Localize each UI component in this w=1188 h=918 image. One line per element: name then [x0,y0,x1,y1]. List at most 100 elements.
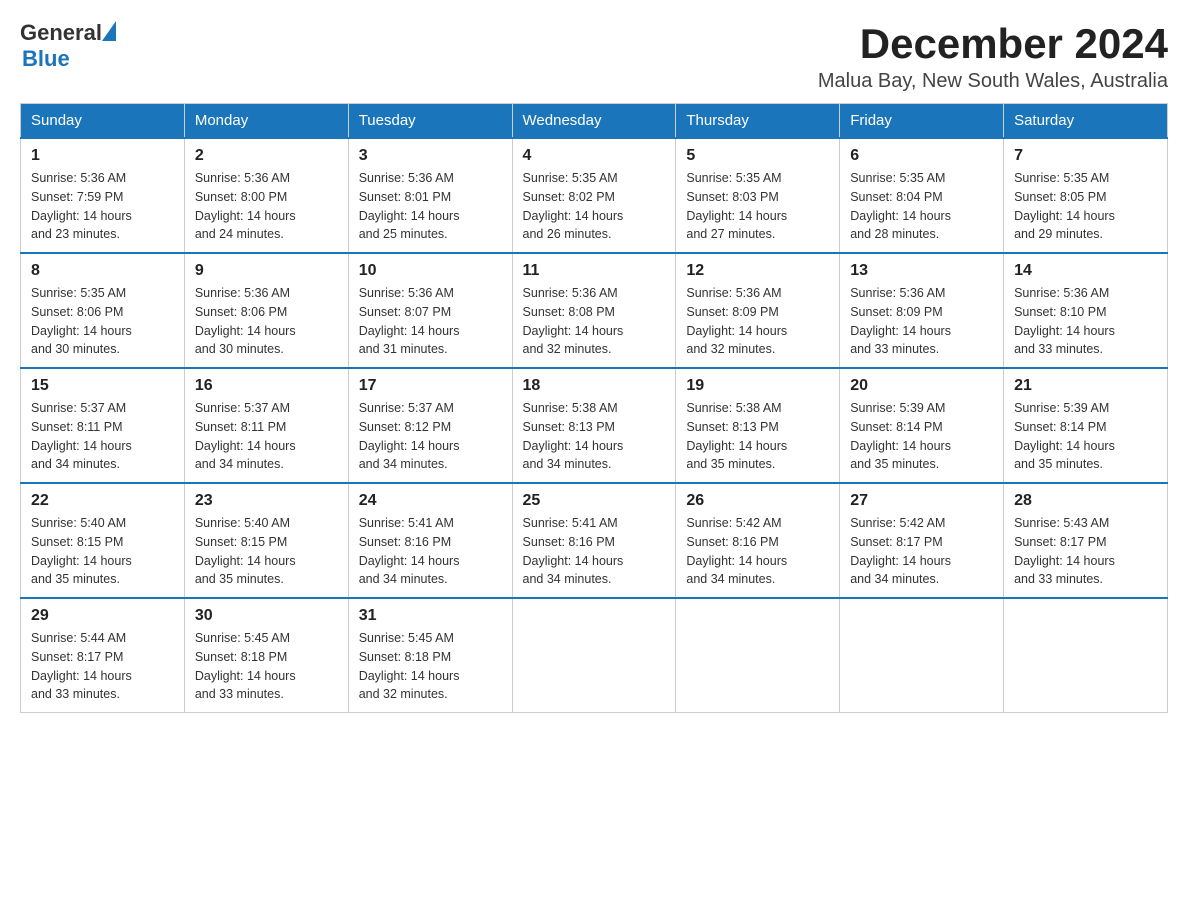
day-info: Sunrise: 5:36 AM Sunset: 8:07 PM Dayligh… [359,284,502,359]
day-number: 19 [686,377,829,395]
day-info: Sunrise: 5:35 AM Sunset: 8:05 PM Dayligh… [1014,169,1157,244]
location-subtitle: Malua Bay, New South Wales, Australia [818,70,1168,93]
day-number: 28 [1014,492,1157,510]
day-number: 11 [523,262,666,280]
calendar-cell: 11 Sunrise: 5:36 AM Sunset: 8:08 PM Dayli… [512,253,676,368]
calendar-cell: 6 Sunrise: 5:35 AM Sunset: 8:04 PM Daylig… [840,138,1004,253]
day-info: Sunrise: 5:35 AM Sunset: 8:04 PM Dayligh… [850,169,993,244]
calendar-cell: 8 Sunrise: 5:35 AM Sunset: 8:06 PM Daylig… [21,253,185,368]
day-info: Sunrise: 5:39 AM Sunset: 8:14 PM Dayligh… [850,399,993,474]
day-info: Sunrise: 5:45 AM Sunset: 8:18 PM Dayligh… [195,629,338,704]
day-number: 30 [195,607,338,625]
day-number: 18 [523,377,666,395]
day-number: 17 [359,377,502,395]
weekday-header-sunday: Sunday [21,104,185,139]
day-number: 12 [686,262,829,280]
day-info: Sunrise: 5:35 AM Sunset: 8:03 PM Dayligh… [686,169,829,244]
day-info: Sunrise: 5:40 AM Sunset: 8:15 PM Dayligh… [195,514,338,589]
calendar-cell: 28 Sunrise: 5:43 AM Sunset: 8:17 PM Dayli… [1004,483,1168,598]
calendar-cell: 20 Sunrise: 5:39 AM Sunset: 8:14 PM Dayli… [840,368,1004,483]
day-info: Sunrise: 5:37 AM Sunset: 8:12 PM Dayligh… [359,399,502,474]
calendar-cell: 14 Sunrise: 5:36 AM Sunset: 8:10 PM Dayli… [1004,253,1168,368]
day-info: Sunrise: 5:36 AM Sunset: 8:10 PM Dayligh… [1014,284,1157,359]
day-info: Sunrise: 5:36 AM Sunset: 8:08 PM Dayligh… [523,284,666,359]
day-number: 14 [1014,262,1157,280]
day-number: 4 [523,147,666,165]
logo-blue-text: Blue [22,46,70,71]
day-number: 24 [359,492,502,510]
day-info: Sunrise: 5:37 AM Sunset: 8:11 PM Dayligh… [195,399,338,474]
logo-triangle-icon [102,21,116,41]
calendar-cell: 24 Sunrise: 5:41 AM Sunset: 8:16 PM Dayli… [348,483,512,598]
calendar-cell [676,598,840,713]
calendar-cell: 10Sunrise: 5:36 AM Sunset: 8:07 PM Dayli… [348,253,512,368]
calendar-cell: 29 Sunrise: 5:44 AM Sunset: 8:17 PM Dayli… [21,598,185,713]
day-number: 20 [850,377,993,395]
day-number: 13 [850,262,993,280]
weekday-header-monday: Monday [184,104,348,139]
day-number: 16 [195,377,338,395]
day-number: 21 [1014,377,1157,395]
day-number: 8 [31,262,174,280]
calendar-cell: 26Sunrise: 5:42 AM Sunset: 8:16 PM Dayli… [676,483,840,598]
day-info: Sunrise: 5:38 AM Sunset: 8:13 PM Dayligh… [523,399,666,474]
day-info: Sunrise: 5:38 AM Sunset: 8:13 PM Dayligh… [686,399,829,474]
day-number: 3 [359,147,502,165]
day-info: Sunrise: 5:42 AM Sunset: 8:17 PM Dayligh… [850,514,993,589]
day-number: 15 [31,377,174,395]
calendar-cell: 15 Sunrise: 5:37 AM Sunset: 8:11 PM Dayli… [21,368,185,483]
day-number: 9 [195,262,338,280]
day-number: 7 [1014,147,1157,165]
logo-general-text: General [20,20,102,46]
day-info: Sunrise: 5:41 AM Sunset: 8:16 PM Dayligh… [359,514,502,589]
weekday-header-saturday: Saturday [1004,104,1168,139]
day-info: Sunrise: 5:45 AM Sunset: 8:18 PM Dayligh… [359,629,502,704]
day-info: Sunrise: 5:36 AM Sunset: 8:09 PM Dayligh… [850,284,993,359]
day-number: 31 [359,607,502,625]
calendar-cell: 1Sunrise: 5:36 AM Sunset: 7:59 PM Daylig… [21,138,185,253]
day-info: Sunrise: 5:43 AM Sunset: 8:17 PM Dayligh… [1014,514,1157,589]
calendar-cell: 4 Sunrise: 5:35 AM Sunset: 8:02 PM Daylig… [512,138,676,253]
day-info: Sunrise: 5:35 AM Sunset: 8:02 PM Dayligh… [523,169,666,244]
day-number: 27 [850,492,993,510]
weekday-header-tuesday: Tuesday [348,104,512,139]
day-info: Sunrise: 5:44 AM Sunset: 8:17 PM Dayligh… [31,629,174,704]
day-number: 25 [523,492,666,510]
calendar-cell: 17 Sunrise: 5:37 AM Sunset: 8:12 PM Dayli… [348,368,512,483]
week-row-5: 29 Sunrise: 5:44 AM Sunset: 8:17 PM Dayli… [21,598,1168,713]
day-info: Sunrise: 5:36 AM Sunset: 8:01 PM Dayligh… [359,169,502,244]
calendar-cell: 22Sunrise: 5:40 AM Sunset: 8:15 PM Dayli… [21,483,185,598]
weekday-header-wednesday: Wednesday [512,104,676,139]
day-info: Sunrise: 5:37 AM Sunset: 8:11 PM Dayligh… [31,399,174,474]
calendar-cell: 12Sunrise: 5:36 AM Sunset: 8:09 PM Dayli… [676,253,840,368]
calendar-cell: 27 Sunrise: 5:42 AM Sunset: 8:17 PM Dayli… [840,483,1004,598]
month-year-title: December 2024 [818,20,1168,68]
day-info: Sunrise: 5:36 AM Sunset: 8:06 PM Dayligh… [195,284,338,359]
calendar-cell: 30 Sunrise: 5:45 AM Sunset: 8:18 PM Dayli… [184,598,348,713]
day-number: 6 [850,147,993,165]
week-row-1: 1Sunrise: 5:36 AM Sunset: 7:59 PM Daylig… [21,138,1168,253]
day-number: 2 [195,147,338,165]
calendar-cell: 25 Sunrise: 5:41 AM Sunset: 8:16 PM Dayli… [512,483,676,598]
day-number: 29 [31,607,174,625]
day-info: Sunrise: 5:41 AM Sunset: 8:16 PM Dayligh… [523,514,666,589]
calendar-cell [1004,598,1168,713]
calendar-cell: 31 Sunrise: 5:45 AM Sunset: 8:18 PM Dayli… [348,598,512,713]
day-info: Sunrise: 5:39 AM Sunset: 8:14 PM Dayligh… [1014,399,1157,474]
calendar-cell [512,598,676,713]
calendar-cell: 3 Sunrise: 5:36 AM Sunset: 8:01 PM Daylig… [348,138,512,253]
day-info: Sunrise: 5:35 AM Sunset: 8:06 PM Dayligh… [31,284,174,359]
calendar-cell: 2Sunrise: 5:36 AM Sunset: 8:00 PM Daylig… [184,138,348,253]
weekday-header-row: SundayMondayTuesdayWednesdayThursdayFrid… [21,104,1168,139]
day-number: 22 [31,492,174,510]
day-info: Sunrise: 5:36 AM Sunset: 7:59 PM Dayligh… [31,169,174,244]
calendar-cell: 19 Sunrise: 5:38 AM Sunset: 8:13 PM Dayli… [676,368,840,483]
logo: General Blue [20,20,116,72]
calendar-cell: 5 Sunrise: 5:35 AM Sunset: 8:03 PM Daylig… [676,138,840,253]
calendar-cell: 18 Sunrise: 5:38 AM Sunset: 8:13 PM Dayli… [512,368,676,483]
day-info: Sunrise: 5:42 AM Sunset: 8:16 PM Dayligh… [686,514,829,589]
day-number: 5 [686,147,829,165]
week-row-4: 22 Sunrise: 5:40 AM Sunset: 8:15 PM Dayli… [21,483,1168,598]
calendar-cell: 23Sunrise: 5:40 AM Sunset: 8:15 PM Dayli… [184,483,348,598]
week-row-3: 15 Sunrise: 5:37 AM Sunset: 8:11 PM Dayli… [21,368,1168,483]
